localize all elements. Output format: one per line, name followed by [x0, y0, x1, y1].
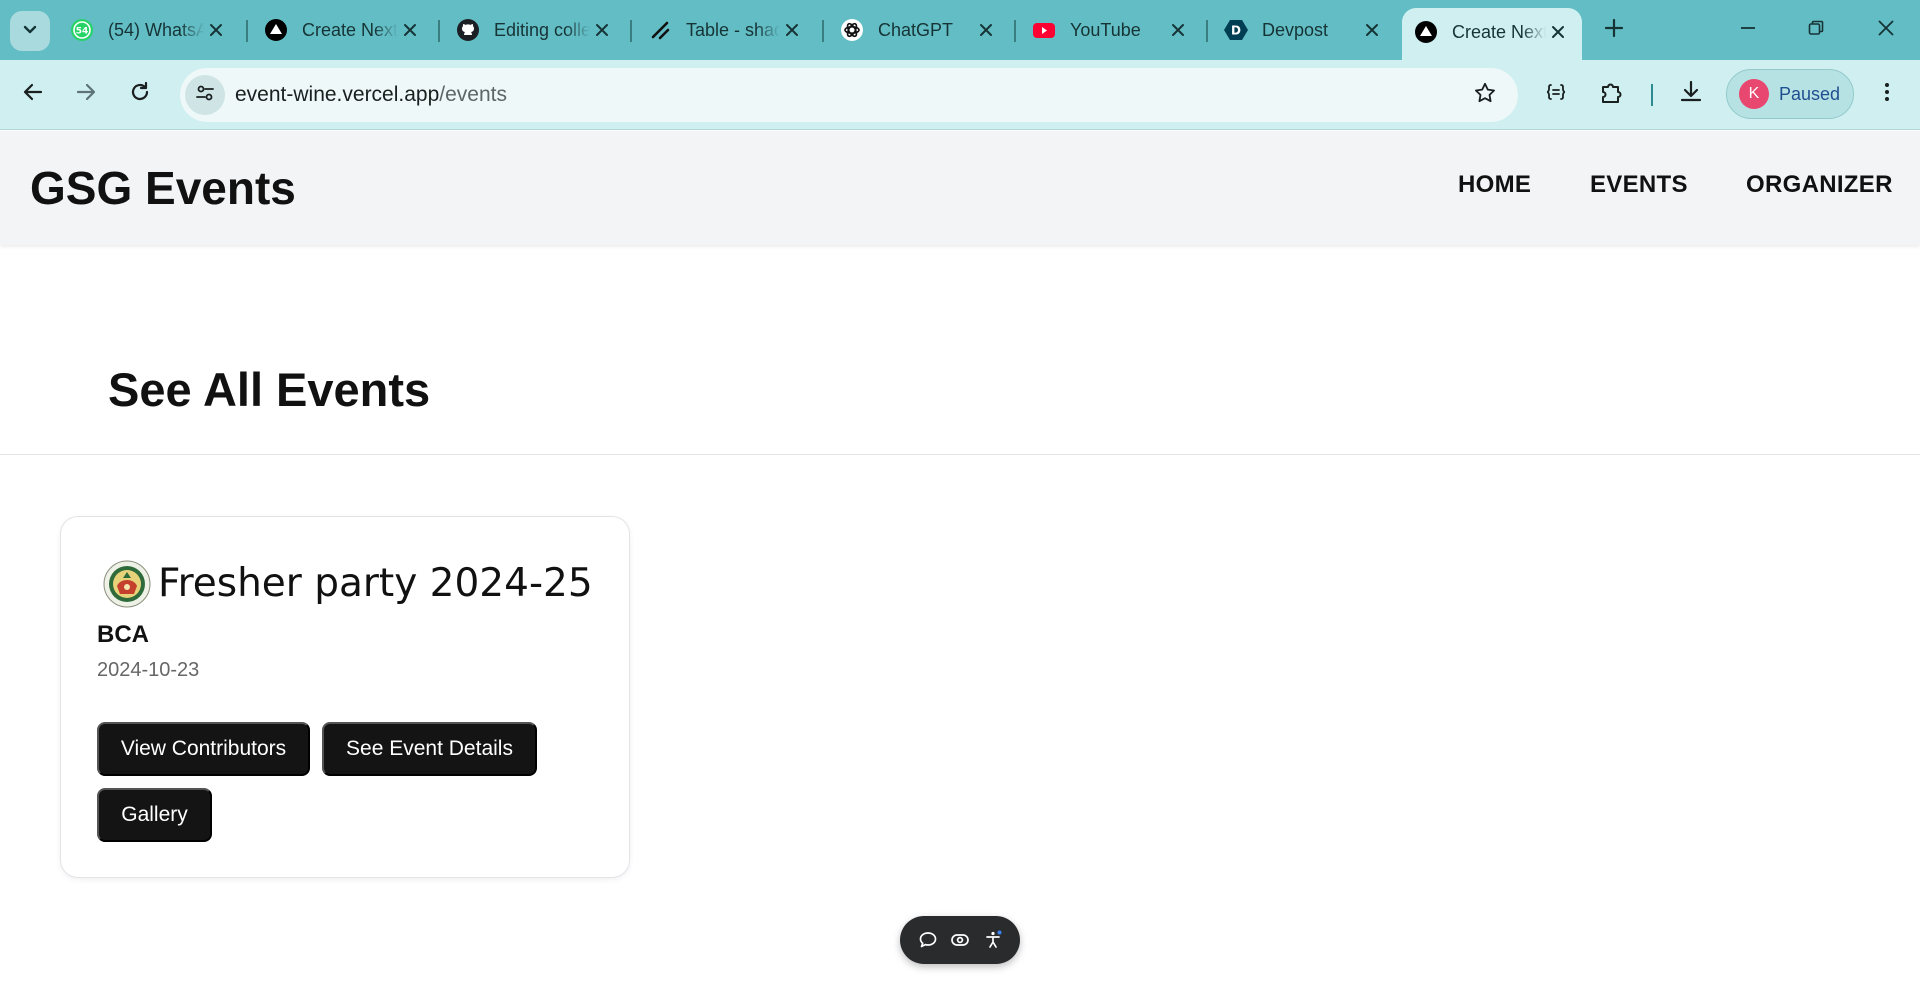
- kebab-menu-icon: [1875, 80, 1899, 109]
- tab-devpost[interactable]: D Devpost: [1212, 10, 1396, 50]
- gallery-button[interactable]: Gallery: [97, 788, 212, 842]
- tab-separator: [822, 20, 824, 42]
- vercel-triangle-icon: [1414, 20, 1438, 44]
- address-bar[interactable]: event-wine.vercel.app/events: [180, 68, 1518, 122]
- plus-icon: [1604, 18, 1624, 43]
- page-title: See All Events: [108, 363, 431, 416]
- devtools-extension-button[interactable]: [1536, 74, 1576, 114]
- tab-label: Editing college: [494, 19, 590, 40]
- close-icon[interactable]: [1360, 18, 1384, 42]
- tab-github[interactable]: Editing college: [444, 10, 626, 50]
- browser-tab-strip: 54 (54) WhatsApp Create Next App Editing…: [0, 0, 1920, 60]
- close-icon[interactable]: [590, 18, 614, 42]
- browser-toolbar: event-wine.vercel.app/events K Paused: [0, 60, 1920, 130]
- restore-icon: [1807, 19, 1825, 42]
- new-tab-button[interactable]: [1597, 13, 1631, 47]
- tab-label: Devpost: [1262, 19, 1329, 40]
- vercel-triangle-icon: [264, 18, 288, 42]
- tab-create-next-app[interactable]: Create Next App: [252, 10, 434, 50]
- close-icon[interactable]: [1166, 18, 1190, 42]
- url-path: /events: [439, 83, 507, 106]
- tab-label: YouTube: [1070, 19, 1141, 40]
- star-icon: [1473, 81, 1497, 110]
- openai-icon: [840, 18, 864, 42]
- tab-whatsapp[interactable]: 54 (54) WhatsApp: [58, 10, 240, 50]
- svg-text:D: D: [1231, 24, 1241, 38]
- arrow-left-icon: [22, 81, 44, 108]
- tab-chatgpt[interactable]: ChatGPT: [828, 10, 1010, 50]
- bookmark-button[interactable]: [1472, 82, 1498, 108]
- close-icon[interactable]: [974, 18, 998, 42]
- tab-separator: [1014, 20, 1016, 42]
- tab-label: Table - shadcn: [686, 19, 780, 40]
- toggle-eye-icon[interactable]: [947, 927, 973, 953]
- shadcn-slash-icon: [648, 18, 672, 42]
- view-contributors-button[interactable]: View Contributors: [97, 722, 310, 776]
- url-text[interactable]: event-wine.vercel.app/events: [235, 83, 507, 107]
- restore-button[interactable]: [1788, 10, 1844, 50]
- college-emblem-icon: [103, 560, 151, 608]
- download-icon: [1678, 79, 1704, 110]
- nav-events[interactable]: EVENTS: [1590, 171, 1688, 199]
- tab-create-next-app-active[interactable]: Create Next App: [1402, 8, 1582, 60]
- close-icon[interactable]: [1546, 20, 1570, 44]
- toolbar-divider: [1651, 84, 1653, 106]
- back-button[interactable]: [12, 73, 54, 115]
- browser-menu-button[interactable]: [1867, 74, 1907, 114]
- tab-search-button[interactable]: [10, 11, 50, 51]
- site-brand[interactable]: GSG Events: [30, 161, 296, 215]
- tab-youtube[interactable]: YouTube: [1020, 10, 1202, 50]
- site-info-button[interactable]: [185, 75, 225, 115]
- extensions-button[interactable]: [1592, 74, 1632, 114]
- forward-button[interactable]: [65, 73, 107, 115]
- event-title: Fresher party 2024-25: [158, 561, 593, 606]
- event-card: Fresher party 2024-25 BCA 2024-10-23 Vie…: [60, 516, 630, 878]
- tab-separator: [246, 20, 248, 42]
- tab-shadcn[interactable]: Table - shadcn: [636, 10, 816, 50]
- close-icon: [1877, 19, 1895, 42]
- event-department: BCA: [97, 621, 149, 648]
- devpost-icon: D: [1224, 18, 1248, 42]
- close-icon[interactable]: [398, 18, 422, 42]
- minimize-button[interactable]: [1720, 10, 1776, 50]
- chevron-down-icon: [22, 21, 38, 42]
- url-host: event-wine.vercel.app: [235, 83, 440, 106]
- github-icon: [456, 18, 480, 42]
- close-icon[interactable]: [204, 18, 228, 42]
- tab-label: ChatGPT: [878, 19, 954, 40]
- profile-button[interactable]: K Paused: [1726, 69, 1854, 119]
- tab-separator: [1206, 20, 1208, 42]
- tab-label: Create Next App: [1452, 21, 1546, 42]
- reload-icon: [129, 81, 151, 108]
- profile-status: Paused: [1779, 83, 1841, 104]
- whatsapp-icon: 54: [70, 18, 94, 42]
- downloads-button[interactable]: [1671, 74, 1711, 114]
- tab-label: (54) WhatsApp: [108, 19, 204, 40]
- svg-text:54: 54: [76, 27, 89, 37]
- arrow-right-icon: [75, 81, 97, 108]
- nav-home[interactable]: HOME: [1458, 171, 1531, 199]
- avatar: K: [1739, 79, 1769, 109]
- tab-separator: [438, 20, 440, 42]
- tune-icon: [194, 82, 216, 109]
- see-event-details-button[interactable]: See Event Details: [322, 722, 537, 776]
- tab-separator: [630, 20, 632, 42]
- floating-toolbar: [900, 916, 1020, 964]
- site-header: GSG Events HOME EVENTS ORGANIZER: [0, 131, 1920, 245]
- minimize-icon: [1739, 19, 1757, 42]
- section-divider: [0, 454, 1920, 455]
- puzzle-icon: [1599, 79, 1625, 110]
- comment-icon[interactable]: [915, 927, 941, 953]
- reload-button[interactable]: [119, 73, 161, 115]
- nav-organizer[interactable]: ORGANIZER: [1746, 171, 1893, 199]
- tab-label: Create Next App: [302, 19, 398, 40]
- youtube-icon: [1032, 18, 1056, 42]
- close-window-button[interactable]: [1858, 10, 1914, 50]
- close-icon[interactable]: [780, 18, 804, 42]
- event-date: 2024-10-23: [97, 659, 200, 681]
- accessibility-icon[interactable]: [980, 927, 1006, 953]
- code-braces-icon: [1544, 80, 1568, 109]
